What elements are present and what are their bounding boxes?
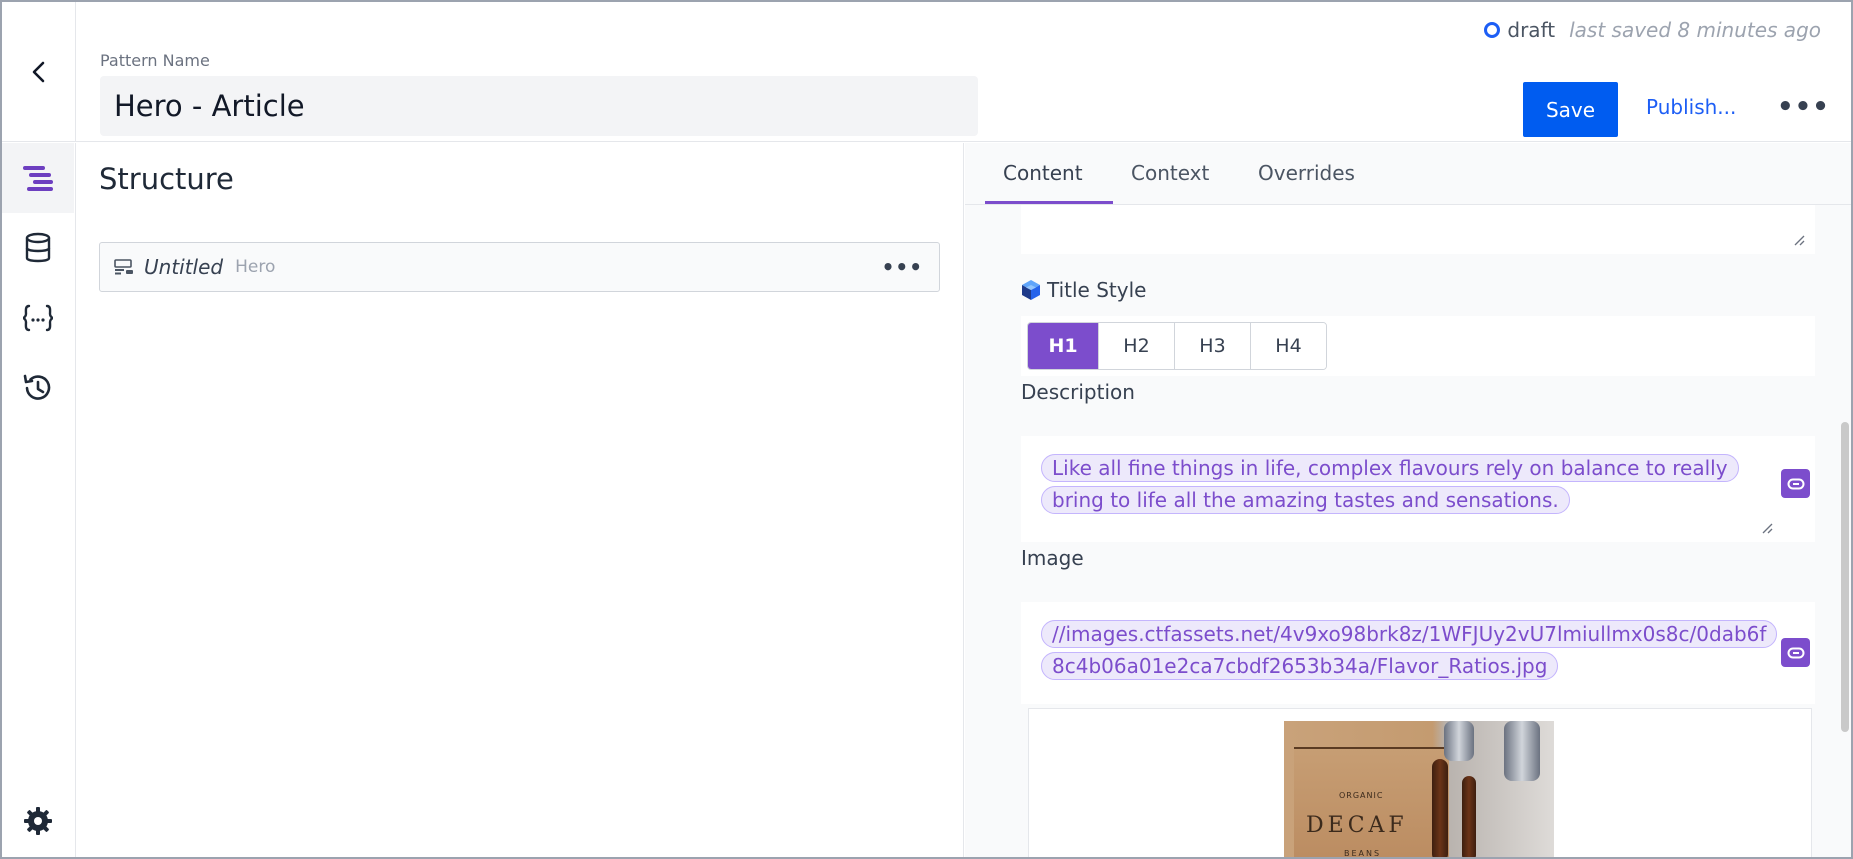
image-preview: ORGANIC DECAF BEANS	[1028, 708, 1812, 858]
portafilter-graphic	[1444, 721, 1474, 761]
node-more-button[interactable]: •••	[882, 255, 923, 279]
title-style-field: H1 H2 H3 H4	[1021, 316, 1815, 376]
back-button[interactable]	[2, 2, 76, 142]
heading-option-h3[interactable]: H3	[1174, 323, 1250, 369]
bag-stripe	[1294, 747, 1449, 749]
bag-decaf-text: DECAF	[1306, 813, 1408, 838]
component-cube-icon	[1022, 280, 1040, 300]
properties-panel: Content Context Overrides Title Style H1…	[965, 143, 1851, 858]
pattern-name-input[interactable]: Hero - Article	[100, 76, 978, 136]
heading-option-h4[interactable]: H4	[1250, 323, 1326, 369]
active-tab-indicator	[985, 201, 1113, 204]
app-window: Pattern Name Hero - Article draft last s…	[0, 0, 1853, 859]
spout-graphic	[1504, 721, 1540, 781]
heading-level-selector: H1 H2 H3 H4	[1027, 322, 1327, 370]
description-field[interactable]: Like all fine things in life, complex fl…	[1021, 436, 1815, 542]
title-style-text: Title Style	[1047, 278, 1147, 302]
top-bar: Pattern Name Hero - Article draft last s…	[2, 2, 1851, 142]
structure-title: Structure	[99, 162, 234, 196]
coffee-bag-graphic	[1294, 747, 1449, 857]
properties-tabs: Content Context Overrides	[965, 143, 1851, 205]
image-field[interactable]: //images.ctfassets.net/4v9xo98brk8z/1WFJ…	[1021, 602, 1815, 704]
bag-beans-text: BEANS	[1344, 849, 1382, 858]
espresso-drip-graphic	[1462, 776, 1476, 857]
left-rail	[2, 143, 76, 857]
node-type: Hero	[235, 257, 276, 277]
espresso-drip-graphic	[1432, 759, 1448, 857]
rail-item-structure[interactable]	[2, 143, 74, 213]
component-icon	[114, 259, 133, 275]
heading-option-h1[interactable]: H1	[1028, 323, 1098, 369]
node-name: Untitled	[144, 255, 224, 279]
status-state: draft	[1507, 18, 1556, 42]
image-binding-button[interactable]	[1781, 638, 1810, 667]
structure-panel: Structure Untitled Hero •••	[77, 143, 964, 857]
description-chip: Like all fine things in life, complex fl…	[1041, 454, 1739, 514]
image-label: Image	[1021, 546, 1084, 570]
pattern-name-label: Pattern Name	[100, 51, 210, 70]
title-style-label: Title Style	[1021, 278, 1146, 302]
rail-item-history[interactable]	[2, 353, 74, 423]
image-url-chip: //images.ctfassets.net/4v9xo98brk8z/1WFJ…	[1041, 620, 1778, 680]
tab-context[interactable]: Context	[1131, 161, 1209, 185]
image-preview-photo: ORGANIC DECAF BEANS	[1284, 721, 1554, 858]
draft-status-icon	[1484, 22, 1501, 38]
link-icon	[1787, 647, 1804, 658]
rail-item-parameters[interactable]	[2, 283, 74, 353]
description-binding-button[interactable]	[1781, 469, 1810, 498]
save-button[interactable]: Save	[1523, 82, 1618, 137]
image-bound-value: //images.ctfassets.net/4v9xo98brk8z/1WFJ…	[1041, 618, 1778, 682]
more-options-button[interactable]: •••	[1777, 92, 1830, 122]
database-icon	[25, 232, 51, 263]
rail-item-data[interactable]	[2, 213, 74, 283]
resize-handle-icon[interactable]	[1761, 522, 1773, 534]
title-textarea[interactable]	[1021, 205, 1815, 254]
description-bound-value: Like all fine things in life, complex fl…	[1041, 452, 1771, 516]
settings-button[interactable]	[2, 791, 74, 851]
structure-icon	[23, 166, 53, 191]
resize-handle-icon[interactable]	[1793, 234, 1805, 246]
tab-overrides[interactable]: Overrides	[1258, 161, 1355, 185]
chevron-left-icon	[32, 61, 44, 83]
last-saved-text: last saved 8 minutes ago	[1569, 18, 1821, 42]
tab-content[interactable]: Content	[1003, 161, 1083, 185]
properties-scrollbar[interactable]	[1841, 422, 1849, 732]
heading-option-h2[interactable]: H2	[1098, 323, 1174, 369]
history-icon	[23, 374, 51, 400]
description-label: Description	[1021, 380, 1135, 404]
link-icon	[1787, 478, 1804, 489]
curly-braces-icon	[22, 304, 54, 332]
component-tree-node[interactable]: Untitled Hero •••	[99, 242, 940, 292]
gear-icon	[24, 807, 52, 835]
bag-organic-text: ORGANIC	[1339, 791, 1384, 800]
save-status: draft last saved 8 minutes ago	[1484, 18, 1821, 42]
publish-button[interactable]: Publish...	[1646, 95, 1736, 119]
